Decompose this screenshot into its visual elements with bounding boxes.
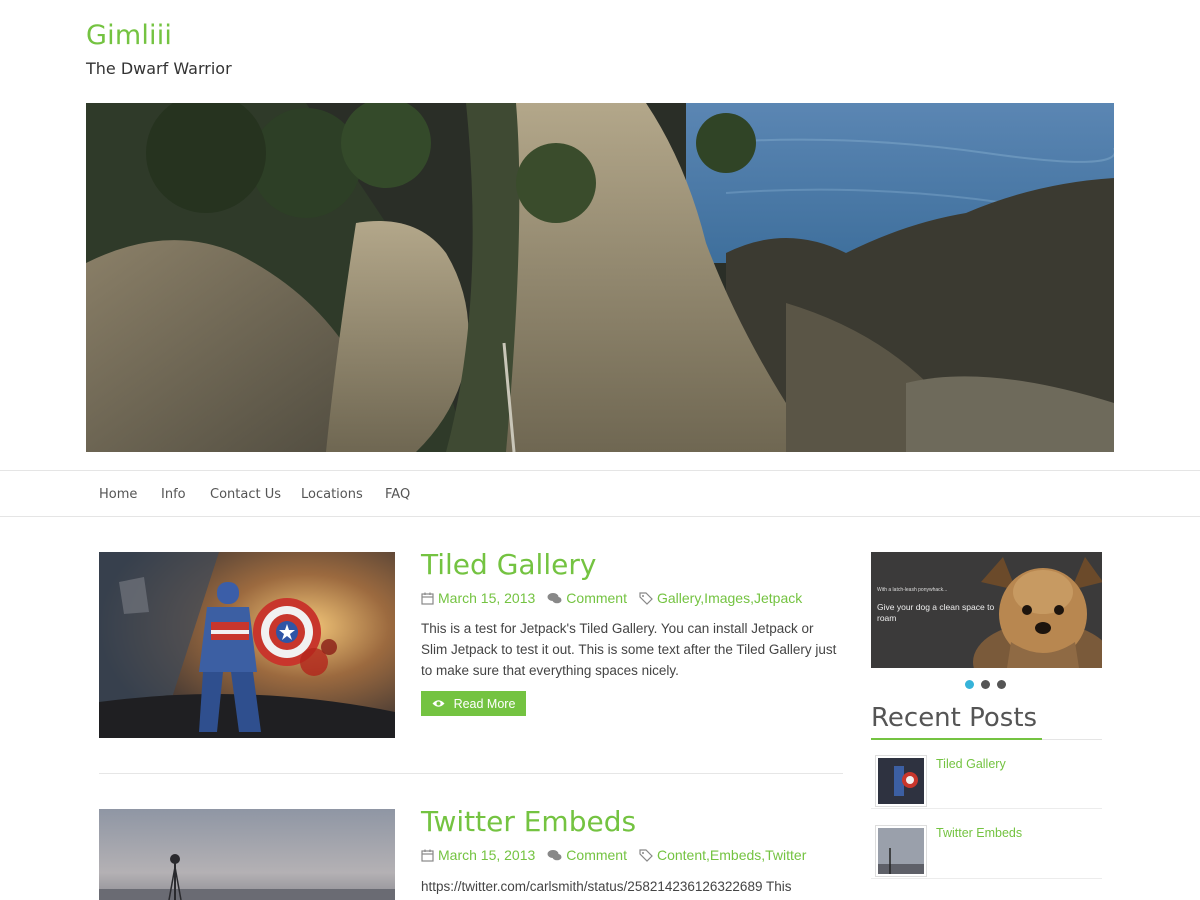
header-image: [86, 103, 1114, 452]
site-tagline: The Dwarf Warrior: [86, 59, 232, 78]
post-divider: [99, 773, 843, 774]
post-meta: March 15, 2013 Comment Gallery,Images,Je…: [421, 590, 802, 606]
slide-caption: Give your dog a clean space to roam: [877, 602, 995, 623]
post-meta: March 15, 2013 Comment Content,Embeds,Tw…: [421, 847, 806, 863]
site-title[interactable]: Gimliii: [86, 20, 172, 51]
calendar-icon: [421, 849, 434, 862]
post-date: March 15, 2013: [438, 590, 536, 606]
post-categories-label: Content,Embeds,Twitter: [656, 847, 807, 863]
post-date-link[interactable]: March 15, 2013: [421, 847, 535, 863]
post-thumbnail[interactable]: [99, 552, 395, 738]
post-comment-label: Comment: [566, 847, 627, 863]
comments-icon: [547, 592, 562, 603]
post-title-link[interactable]: Twitter Embeds: [421, 805, 636, 838]
nav-item-contact-us[interactable]: Contact Us: [210, 487, 281, 502]
recent-post-thumbnail[interactable]: [875, 825, 927, 877]
nav-item-faq[interactable]: FAQ: [385, 487, 410, 502]
post-comment-link[interactable]: Comment: [547, 590, 627, 606]
comments-icon: [547, 849, 562, 860]
nav-item-locations[interactable]: Locations: [301, 487, 363, 502]
post-date: March 15, 2013: [438, 847, 536, 863]
slider-pagination: [965, 680, 1006, 689]
post-excerpt: https://twitter.com/carlsmith/status/258…: [421, 879, 792, 894]
slider-dot[interactable]: [965, 680, 974, 689]
post-categories[interactable]: Content,Embeds,Twitter: [639, 847, 806, 863]
post-title-link[interactable]: Tiled Gallery: [421, 548, 596, 581]
post-comment-label: Comment: [566, 590, 627, 606]
read-more-button[interactable]: Read More: [421, 691, 526, 716]
recent-post-thumbnail[interactable]: [875, 755, 927, 807]
nav-item-home[interactable]: Home: [99, 487, 137, 502]
tags-icon: [639, 848, 653, 862]
read-more-label: Read More: [453, 696, 516, 711]
slider-dot[interactable]: [981, 680, 990, 689]
nav-item-info[interactable]: Info: [161, 487, 186, 502]
post-date-link[interactable]: March 15, 2013: [421, 590, 535, 606]
post-thumbnail[interactable]: [99, 809, 395, 900]
post-comment-link[interactable]: Comment: [547, 847, 627, 863]
slider-dot[interactable]: [997, 680, 1006, 689]
image-slider[interactable]: With a latch-leash ponywhack... Give you…: [871, 552, 1102, 668]
slide-small-text: With a latch-leash ponywhack...: [877, 587, 948, 593]
recent-post-link[interactable]: Tiled Gallery: [936, 757, 1006, 771]
recent-posts-title: Recent Posts: [871, 703, 1038, 733]
post-categories[interactable]: Gallery,Images,Jetpack: [639, 590, 802, 606]
calendar-icon: [421, 592, 434, 605]
widget-title-accent: [871, 738, 1042, 740]
recent-post-link[interactable]: Twitter Embeds: [936, 826, 1022, 840]
tags-icon: [639, 591, 653, 605]
eye-icon: [432, 700, 445, 707]
recent-post-separator: [871, 878, 1102, 879]
post-excerpt: This is a test for Jetpack's Tiled Galle…: [421, 621, 837, 678]
recent-post-separator: [871, 808, 1102, 809]
post-categories-label: Gallery,Images,Jetpack: [656, 590, 803, 606]
main-navigation: Home Info Contact Us Locations FAQ: [0, 470, 1200, 517]
